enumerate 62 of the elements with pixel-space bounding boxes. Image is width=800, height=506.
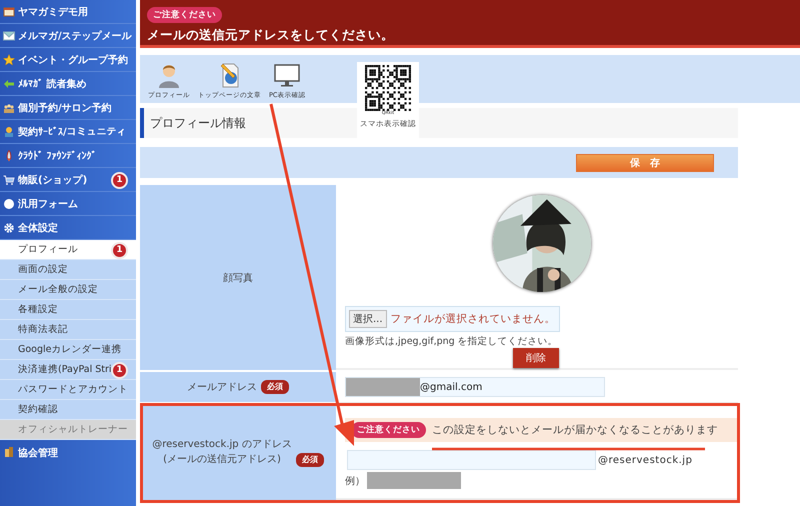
sidebar-item[interactable]: 物販(ショップ) 1 [0, 168, 136, 192]
submenu-row[interactable]: 画面の設定 [0, 260, 136, 280]
count-badge: 1 [111, 242, 128, 258]
sidebar-item[interactable]: 協会管理 [0, 440, 136, 506]
field-label: 顔写真 [223, 272, 253, 284]
submenu-row[interactable]: Googleカレンダー連携 [0, 340, 136, 360]
submenu-row[interactable]: 特商法表記 [0, 320, 136, 340]
format-hint: 画像形式は,jpeg,gif,png を指定してください。 [345, 335, 558, 348]
file-field[interactable]: 選択... ファイルが選択されていません。 [345, 306, 560, 332]
submenu-row[interactable]: 契約確認 [0, 400, 136, 420]
submenu-row[interactable]: メール全般の設定 [0, 280, 136, 300]
sidebar-item[interactable]: メルマガ/ステップメール [0, 24, 136, 48]
sidebar-item[interactable]: 契約ｻｰﾋﾞｽ/コミュニティ [0, 120, 136, 144]
submenu-row[interactable]: プロフィール 1 [0, 240, 136, 260]
sidebar-item-label: ｸﾗｳﾄﾞ ﾌｧｳﾝﾃﾞｨﾝｸﾞ [18, 150, 96, 162]
gear-icon [3, 222, 15, 234]
caution-badge: ご注意ください [147, 7, 222, 23]
envelope-icon [3, 30, 15, 42]
email-field[interactable]: @gmail.com [345, 377, 605, 397]
sidebar-item-label: 全体設定 [18, 221, 58, 234]
building-icon [3, 446, 15, 458]
submenu-row[interactable]: パスワードとアカウント [0, 380, 136, 400]
submenu-row[interactable]: 決済連携(PayPal Stri 1 [0, 360, 136, 380]
field-label: メールアドレス [187, 381, 257, 394]
cart-icon [3, 174, 15, 186]
sidebar-item-label: 個別予約/サロン予約 [18, 102, 112, 114]
circle-icon [3, 198, 15, 210]
sidebar-item[interactable]: イベント・グループ予約 [0, 48, 136, 72]
example-label: 例） [345, 474, 365, 488]
people-icon [3, 102, 15, 114]
sidebar-item[interactable]: ｸﾗｳﾄﾞ ﾌｧｳﾝﾃﾞｨﾝｸﾞ [0, 144, 136, 168]
sidebar-item-label: ヤマガミデモ用 [18, 6, 88, 18]
sidebar-item[interactable]: ﾒﾙﾏｶﾞ 読者集め [0, 72, 136, 96]
sidebar-item-label: 物販(ショップ) [18, 173, 88, 186]
domain-suffix: @reservestock.jp [598, 454, 692, 466]
sidebar-item-label: イベント・グループ予約 [18, 53, 128, 66]
sidebar-item[interactable]: 個別予約/サロン予約 [0, 96, 136, 120]
sidebar-item-label: 汎用フォーム [18, 198, 78, 210]
submenu-row[interactable]: 各種設定 [0, 300, 136, 320]
sidebar-item-label: 協会管理 [18, 446, 58, 460]
sidebar-item-label: 契約ｻｰﾋﾞｽ/コミュニティ [18, 126, 127, 138]
person-icon [3, 126, 15, 138]
arrow-icon [3, 78, 15, 90]
required-badge: 必須 [296, 453, 324, 467]
caution-badge: ご注意ください [351, 422, 426, 438]
count-badge: 1 [111, 362, 128, 378]
monitor-icon [274, 62, 300, 88]
notice-text: この設定をしないとメールが届かなくなることがあります [432, 423, 718, 437]
field-label: @reservestock.jp のアドレス(メールの送信元アドレス) [152, 438, 292, 467]
sidebar-item-label: ﾒﾙﾏｶﾞ 読者集め [18, 78, 86, 90]
qr-code [365, 65, 411, 111]
person-icon [156, 62, 182, 88]
sidebar-item-label: メルマガ/ステップメール [18, 29, 132, 42]
sidebar-item[interactable]: 汎用フォーム [0, 192, 136, 216]
star-icon [3, 54, 15, 66]
input-field[interactable] [347, 450, 596, 470]
delete-button[interactable]: 削除 [513, 348, 559, 368]
sidebar-item[interactable]: ヤマガミデモ用 [0, 0, 136, 24]
count-badge: 1 [111, 172, 128, 188]
alert-message: メールの送信元アドレスをしてください。 [147, 27, 394, 44]
required-badge: 必須 [261, 380, 289, 394]
window-icon [3, 6, 15, 18]
